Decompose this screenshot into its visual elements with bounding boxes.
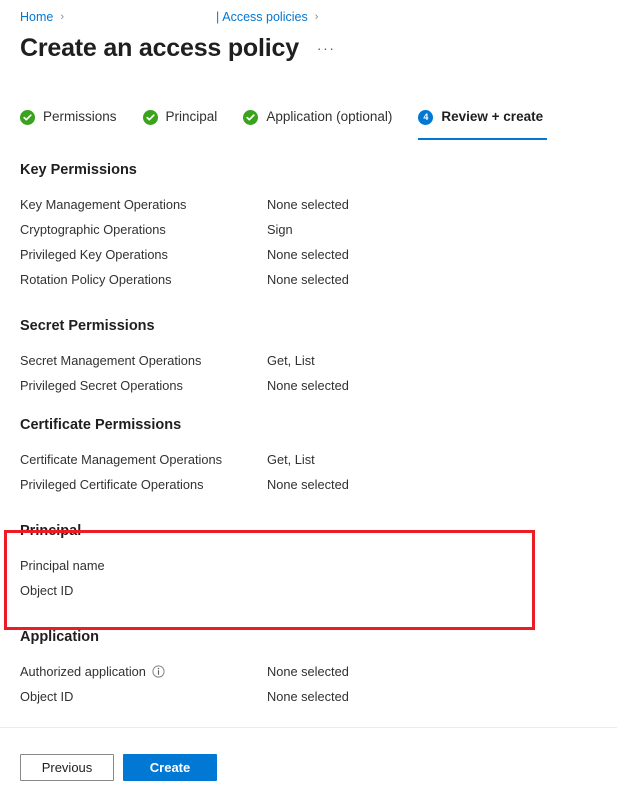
section-key-permissions: Key Permissions Key Management Operation…	[0, 160, 617, 292]
footer-actions: Previous Create	[20, 754, 217, 781]
summary-row: Principal name	[0, 553, 617, 578]
summary-row: Rotation Policy Operations None selected	[0, 267, 617, 292]
step-number-badge: 4	[418, 109, 434, 125]
breadcrumb-separator-icon: ›	[60, 11, 65, 23]
section-application: Application Authorized application None …	[0, 627, 617, 709]
summary-row-value: None selected	[267, 689, 349, 704]
check-circle-icon	[142, 109, 158, 125]
breadcrumb-pipe: |	[216, 10, 220, 24]
section-secret-permissions: Secret Permissions Secret Management Ope…	[0, 316, 617, 398]
summary-row: Cryptographic Operations Sign	[0, 217, 617, 242]
page-title: Create an access policy	[20, 34, 299, 62]
section-rows: Authorized application None selected Obj…	[0, 659, 617, 709]
summary-row: Secret Management Operations Get, List	[0, 348, 617, 373]
section-principal: Principal Principal name Object ID	[0, 521, 617, 603]
tab-principal-label: Principal	[165, 109, 218, 124]
check-circle-icon	[243, 109, 259, 125]
summary-row-label: Key Management Operations	[20, 197, 187, 212]
section-heading: Key Permissions	[20, 162, 137, 178]
section-rows: Key Management Operations None selected …	[0, 192, 617, 292]
breadcrumb-separator-icon-2: ›	[314, 11, 319, 23]
summary-row-value: Sign	[267, 222, 293, 237]
summary-row-label: Cryptographic Operations	[20, 222, 166, 237]
summary-row-value: None selected	[267, 477, 349, 492]
tab-application-label: Application (optional)	[266, 109, 393, 124]
summary-row-label: Privileged Secret Operations	[20, 378, 183, 393]
active-tab-underline	[418, 138, 548, 140]
page-header: Create an access policy ···	[20, 32, 335, 64]
tab-application[interactable]: Application (optional)	[243, 104, 392, 140]
breadcrumb-item-home[interactable]: Home	[20, 9, 53, 25]
summary-row: Object ID None selected	[0, 684, 617, 709]
create-button[interactable]: Create	[123, 754, 217, 781]
tab-principal[interactable]: Principal	[142, 104, 218, 140]
tab-permissions[interactable]: Permissions	[20, 104, 117, 140]
summary-row-value: Get, List	[267, 452, 315, 467]
more-actions-icon[interactable]: ···	[317, 40, 336, 56]
section-heading: Certificate Permissions	[20, 417, 182, 433]
summary-row-value: None selected	[267, 664, 349, 679]
previous-button[interactable]: Previous	[20, 754, 114, 781]
summary-row-value: None selected	[267, 272, 349, 287]
section-heading: Application	[20, 629, 99, 645]
info-icon[interactable]	[152, 665, 165, 678]
summary-row: Object ID	[0, 578, 617, 603]
summary-row-label: Privileged Key Operations	[20, 247, 168, 262]
summary-row-label-text: Authorized application	[20, 664, 146, 679]
check-circle-icon	[20, 109, 35, 125]
section-rows: Certificate Management Operations Get, L…	[0, 447, 617, 497]
section-rows: Secret Management Operations Get, List P…	[0, 348, 617, 398]
breadcrumb: Home › | Access policies ›	[20, 9, 325, 25]
summary-row-label: Object ID	[20, 689, 74, 704]
summary-row: Key Management Operations None selected	[0, 192, 617, 217]
section-certificate-permissions: Certificate Permissions Certificate Mana…	[0, 415, 617, 497]
summary-row-label: Privileged Certificate Operations	[20, 477, 204, 492]
summary-row: Privileged Key Operations None selected	[0, 242, 617, 267]
tab-review-create[interactable]: 4 Review + create	[418, 104, 548, 140]
summary-row-label: Authorized application	[20, 664, 267, 679]
summary-row-label: Rotation Policy Operations	[20, 272, 172, 287]
summary-row-value: None selected	[267, 247, 349, 262]
footer-divider	[0, 727, 617, 728]
summary-row-label: Secret Management Operations	[20, 353, 202, 368]
tab-review-create-label: Review + create	[441, 109, 544, 124]
summary-row: Certificate Management Operations Get, L…	[0, 447, 617, 472]
summary-row-value: None selected	[267, 378, 349, 393]
section-rows: Principal name Object ID	[0, 553, 617, 603]
section-heading: Secret Permissions	[20, 318, 155, 334]
summary-row-value: None selected	[267, 197, 349, 212]
summary-row: Privileged Certificate Operations None s…	[0, 472, 617, 497]
summary-row-label: Principal name	[20, 558, 105, 573]
review-summary: Key Permissions Key Management Operation…	[0, 160, 617, 709]
summary-row-label: Certificate Management Operations	[20, 452, 223, 467]
summary-row-value: Get, List	[267, 353, 315, 368]
tab-permissions-label: Permissions	[43, 109, 117, 124]
summary-row-label: Object ID	[20, 583, 74, 598]
breadcrumb-item-access-policies[interactable]: Access policies	[222, 9, 307, 25]
summary-row: Authorized application None selected	[0, 659, 617, 684]
section-heading: Principal	[20, 523, 82, 539]
summary-row: Privileged Secret Operations None select…	[0, 373, 617, 398]
wizard-tabs: Permissions Principal Application (optio…	[20, 104, 548, 140]
